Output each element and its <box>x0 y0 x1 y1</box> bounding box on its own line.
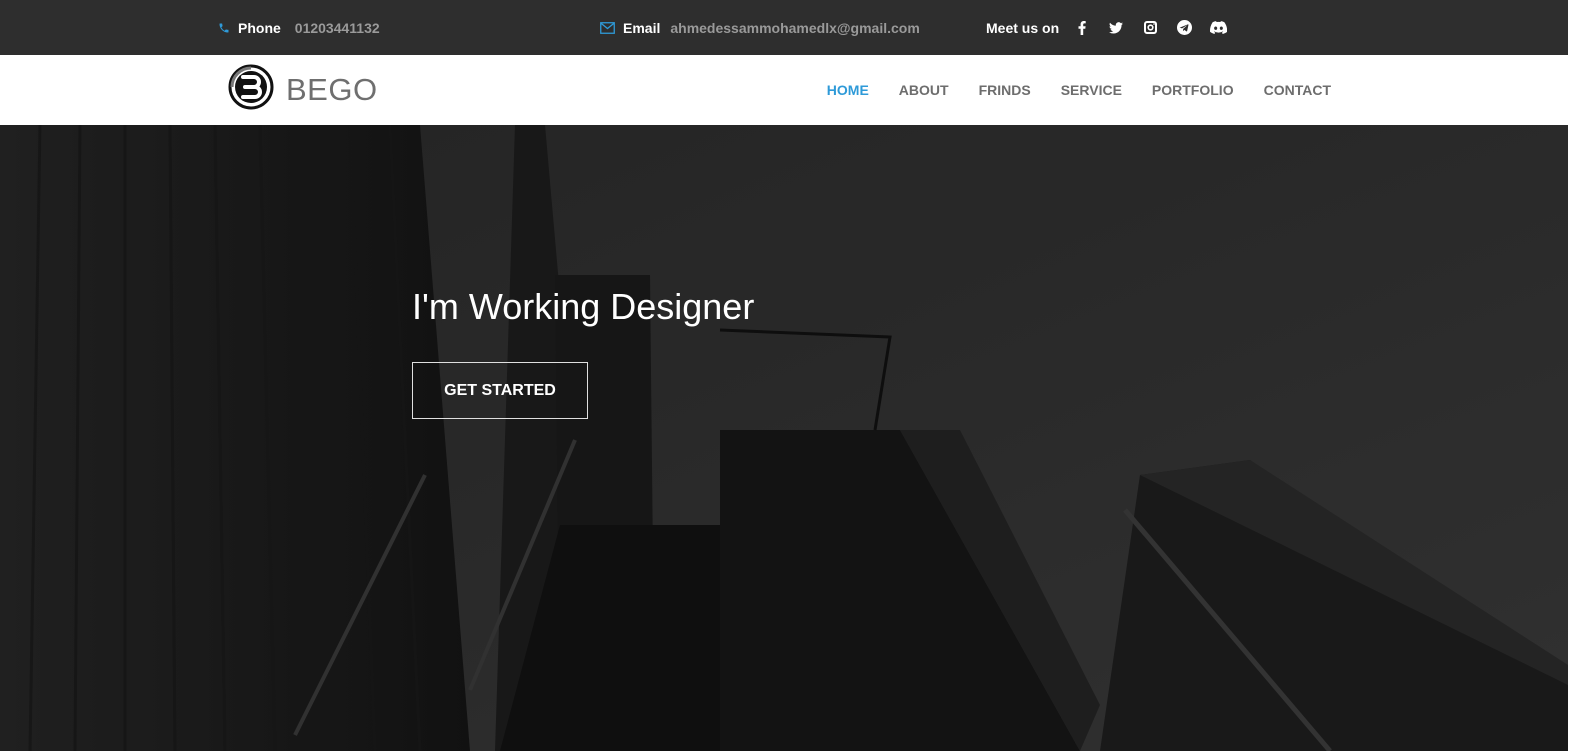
email-address[interactable]: ahmedessammohamedlx@gmail.com <box>670 20 919 36</box>
page-right-edge <box>1568 0 1586 751</box>
get-started-button[interactable]: GET STARTED <box>412 362 588 419</box>
bego-logo-icon <box>228 64 274 115</box>
discord-icon[interactable] <box>1201 21 1235 34</box>
nav-portfolio[interactable]: PORTFOLIO <box>1152 82 1234 98</box>
phone-icon <box>218 22 230 34</box>
phone-contact: Phone 01203441132 <box>218 0 380 55</box>
main-navbar: BEGO HOME ABOUT FRINDS SERVICE PORTFOLIO… <box>0 55 1568 126</box>
nav-service[interactable]: SERVICE <box>1061 82 1122 98</box>
twitter-icon[interactable] <box>1099 21 1133 34</box>
email-contact: Email ahmedessammohamedlx@gmail.com <box>600 0 920 55</box>
hero-background-image <box>0 125 1568 751</box>
instagram-icon[interactable] <box>1133 21 1167 34</box>
nav-home[interactable]: HOME <box>827 82 869 98</box>
facebook-icon[interactable] <box>1065 20 1099 35</box>
telegram-icon[interactable] <box>1167 20 1201 35</box>
top-info-bar: Phone 01203441132 Email ahmedessammohame… <box>0 0 1568 55</box>
phone-number[interactable]: 01203441132 <box>295 20 380 36</box>
nav-contact[interactable]: CONTACT <box>1264 82 1331 98</box>
brand-name: BEGO <box>286 71 378 107</box>
nav-about[interactable]: ABOUT <box>899 82 949 98</box>
hero-section: I'm Working Designer GET STARTED <box>0 125 1568 751</box>
nav-frinds[interactable]: FRINDS <box>979 82 1031 98</box>
phone-label: Phone <box>238 19 281 36</box>
email-label: Email <box>623 19 661 36</box>
envelope-icon <box>600 21 615 34</box>
brand-logo[interactable]: BEGO <box>228 64 378 115</box>
social-links <box>1065 0 1235 55</box>
hero-heading: I'm Working Designer <box>412 286 755 327</box>
meet-us-label: Meet us on <box>986 19 1060 36</box>
primary-menu: HOME ABOUT FRINDS SERVICE PORTFOLIO CONT… <box>797 55 1331 125</box>
social-label: Meet us on <box>986 0 1059 55</box>
